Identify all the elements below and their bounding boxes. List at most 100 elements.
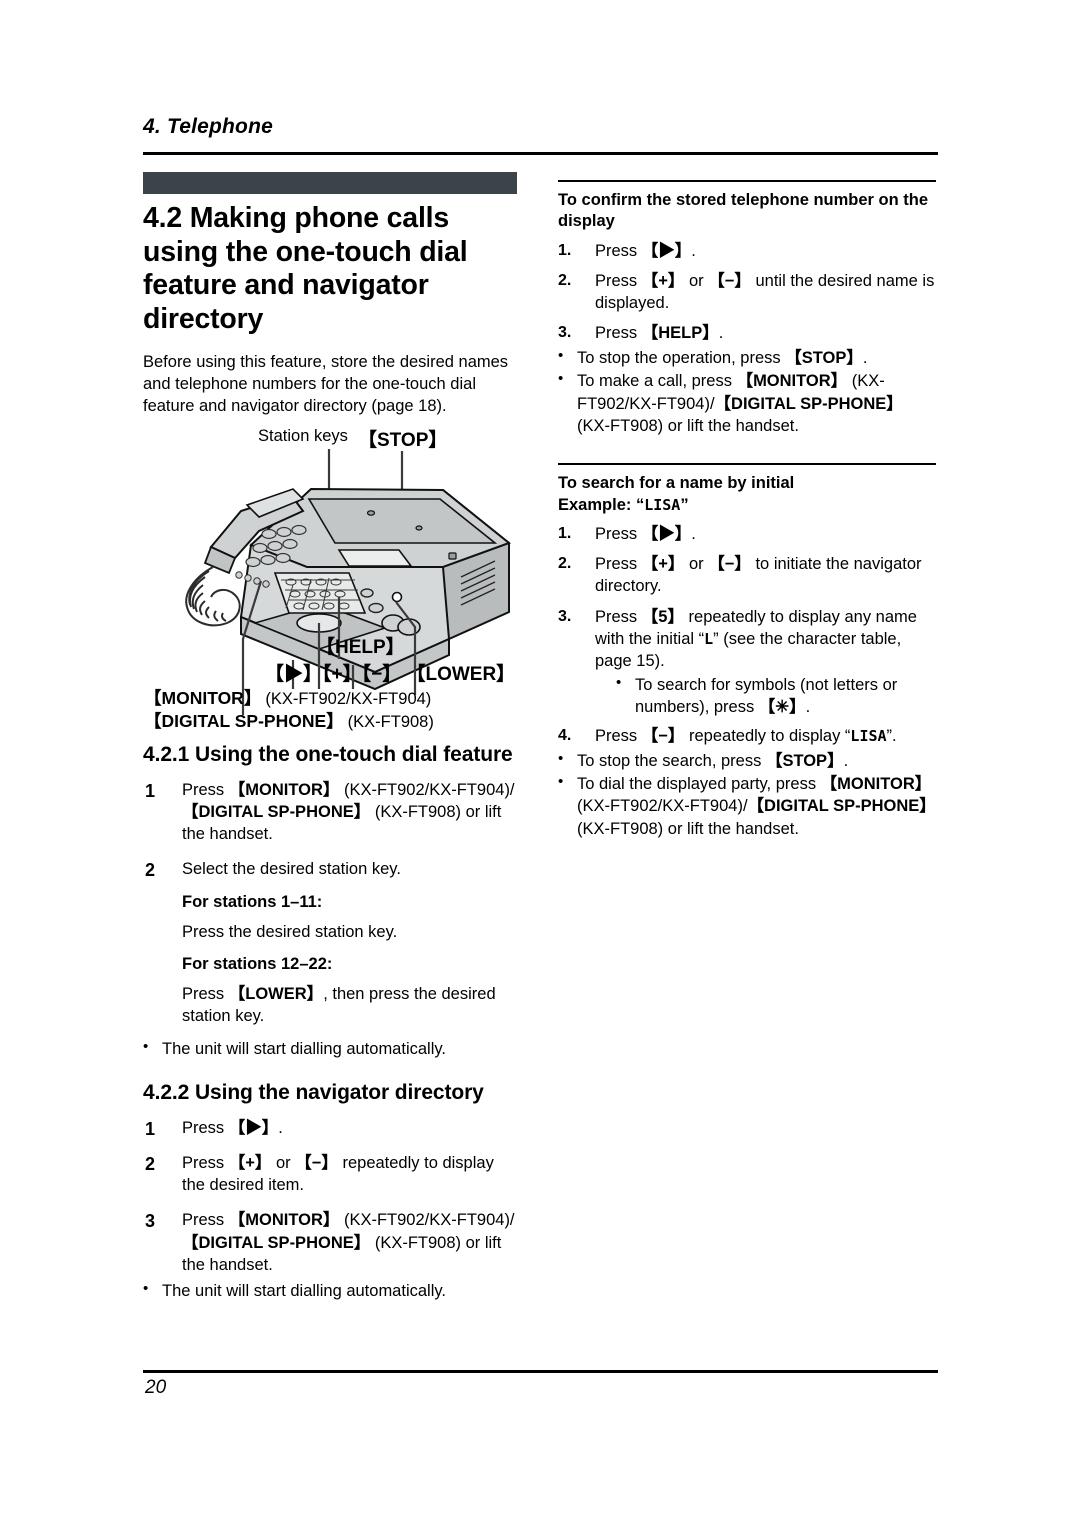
example-value: LISA: [644, 496, 681, 515]
monitor-key-label: 【MONITOR】: [144, 687, 262, 708]
search-example-line: Example: “LISA”: [558, 496, 936, 515]
step-number: 3: [145, 1211, 156, 1232]
list-item: To stop the operation, press 【STOP】.: [558, 346, 936, 369]
step-number: 2.: [558, 555, 572, 573]
step-number: 1.: [558, 525, 572, 543]
note-text-pre: To stop the operation, press: [577, 349, 786, 368]
intro-paragraph: Before using this feature, store the des…: [143, 352, 509, 415]
step-item: 2. Press 【+】 or 【−】 to initiate the navi…: [558, 553, 936, 597]
step-item: 1. Press 【▶】.: [558, 523, 936, 545]
auto-dial-note-list: The unit will start dialling automatical…: [143, 1279, 521, 1302]
search-notes-list: To stop the search, press 【STOP】. To dia…: [558, 749, 936, 839]
list-item: To search for symbols (not letters or nu…: [616, 673, 936, 718]
fax-machine-illustration: Station keys 【STOP】 【HELP】 【▶】【+】【−】 【LO…: [143, 427, 521, 731]
monitor-models-label: (KX-FT902/KX-FT904): [265, 689, 432, 708]
digital-sp-phone-key-inline: 【DIGITAL SP-PHONE】: [714, 394, 903, 413]
monitor-key-inline: 【MONITOR】: [820, 775, 932, 794]
confirm-notes-list: To stop the operation, press 【STOP】. To …: [558, 346, 936, 436]
right-arrow-key-label: 【▶】【+】【−】 【LOWER】: [265, 663, 516, 685]
step-text-post: .: [278, 1119, 283, 1138]
step-item: 2 Select the desired station key.: [143, 858, 521, 880]
step-text-pre: Press: [182, 1119, 229, 1138]
callout-help-key: 【HELP】: [316, 636, 405, 658]
left-column: 4.2 Making phone calls using the one-tou…: [143, 172, 521, 1304]
step-number: 1.: [558, 241, 572, 259]
note-text-post: (KX-FT908) or lift the handset.: [577, 416, 799, 435]
step-text-mid: or: [684, 271, 709, 290]
step-number: 2: [145, 860, 156, 881]
note-text-post: (KX-FT908) or lift the handset.: [577, 819, 799, 838]
stations-12-22-body: Press 【LOWER】, then press the desired st…: [182, 983, 521, 1027]
initial-letter-value: L: [704, 629, 714, 648]
footer-divider: [143, 1370, 938, 1373]
right-column: To confirm the stored telephone number o…: [558, 180, 936, 842]
digital-sp-phone-key-label: 【DIGITAL SP-PHONE】: [144, 710, 344, 731]
auto-dial-note-list: The unit will start dialling automatical…: [143, 1037, 521, 1060]
step-text-mid: or: [684, 555, 709, 574]
minus-key-inline: 【−】: [295, 1154, 338, 1173]
page-title: 4.2 Making phone calls using the one-tou…: [143, 202, 468, 335]
running-head-title: 4. Telephone: [143, 115, 273, 138]
monitor-key-inline: 【MONITOR】: [228, 1211, 340, 1230]
step-text-post: .: [718, 324, 724, 343]
stations-1-11-heading: For stations 1–11:: [182, 893, 323, 912]
step-text-pre: Press: [182, 781, 229, 800]
step-text-pre: Press: [595, 727, 642, 746]
step-text-mid: or: [271, 1154, 296, 1173]
step-text-post: .: [691, 241, 696, 260]
subsection-4-2-1-heading: 4.2.1 Using the one-touch dial feature: [143, 742, 513, 766]
help-key-inline: 【HELP】: [641, 324, 719, 343]
note-text-mid: (KX-FT902/KX-FT904)/: [577, 797, 748, 816]
step-text-pre: Press: [182, 1211, 229, 1230]
step-text-pre: Press: [595, 241, 642, 260]
step-text-mid: (KX-FT902/KX-FT904)/: [339, 1211, 515, 1230]
plus-key-inline: 【+】: [228, 1154, 272, 1173]
note-text-post: .: [805, 697, 811, 716]
note-text-post: .: [862, 349, 868, 368]
step-item: 3. Press 【HELP】.: [558, 322, 936, 344]
header-divider: [143, 152, 938, 155]
note-text-post: .: [843, 752, 849, 771]
step-item: 1 Press 【▶】.: [143, 1117, 521, 1139]
step-item: 3 Press 【MONITOR】 (KX-FT902/KX-FT904)/ 【D…: [143, 1209, 521, 1275]
page-number: 20: [145, 1377, 167, 1398]
note-text-pre: To stop the search, press: [577, 752, 766, 771]
subsection-4-2-2-heading: 4.2.2 Using the navigator directory: [143, 1080, 484, 1104]
running-head: 4. Telephone: [143, 115, 938, 139]
step-item: 4. Press 【−】 repeatedly to display “LISA…: [558, 725, 936, 747]
minus-key-inline: 【−】: [641, 727, 685, 746]
step-text-pre: Press: [182, 1154, 229, 1173]
example-label: Example: “: [558, 496, 645, 515]
step-text-mid: repeatedly to display “: [684, 727, 851, 746]
asterisk-key-inline: 【✳】: [758, 697, 806, 716]
list-item: To make a call, press 【MONITOR】 (KX-FT90…: [558, 369, 936, 436]
example-close-quote: ”: [680, 496, 689, 515]
digital-sp-phone-key-inline: 【DIGITAL SP-PHONE】: [182, 803, 371, 822]
step-text-post: ”.: [886, 727, 897, 746]
step-item: 3. Press 【5】 repeatedly to display any n…: [558, 606, 936, 672]
step-number: 2.: [558, 271, 572, 289]
monitor-key-inline: 【MONITOR】: [228, 781, 340, 800]
list-item: The unit will start dialling automatical…: [143, 1279, 521, 1302]
step-number: 3.: [558, 607, 572, 625]
lower-key-inline: 【LOWER】: [228, 984, 324, 1003]
callout-digital-line: 【DIGITAL SP-PHONE】 (KX-FT908): [144, 708, 434, 733]
step-text-mid: (KX-FT902/KX-FT904)/: [339, 781, 515, 800]
list-item: The unit will start dialling automatical…: [143, 1037, 521, 1060]
list-item: To dial the displayed party, press 【MONI…: [558, 772, 936, 839]
step-item: 1 Press 【MONITOR】 (KX-FT902/KX-FT904)/ 【D…: [143, 779, 521, 845]
monitor-key-inline: 【MONITOR】: [736, 372, 848, 391]
right-arrow-key-inline: 【▶】: [641, 525, 692, 544]
search-block-heading: To search for a name by initial: [558, 473, 795, 492]
plus-key-inline: 【+】: [641, 271, 685, 290]
minus-key-inline: 【−】: [708, 555, 751, 574]
step-text: Select the desired station key.: [182, 860, 401, 879]
stations-12-22-heading: For stations 12–22:: [182, 954, 333, 973]
digital-models-label: (KX-FT908): [347, 712, 434, 731]
callout-navigator-keys: 【▶】【+】【−】 【LOWER】: [265, 659, 515, 686]
stations-1-11-body: Press the desired station key.: [182, 923, 398, 942]
block-divider: [558, 180, 936, 182]
step-text-post: .: [691, 525, 696, 544]
digital-sp-phone-key-inline: 【DIGITAL SP-PHONE】: [182, 1233, 371, 1252]
